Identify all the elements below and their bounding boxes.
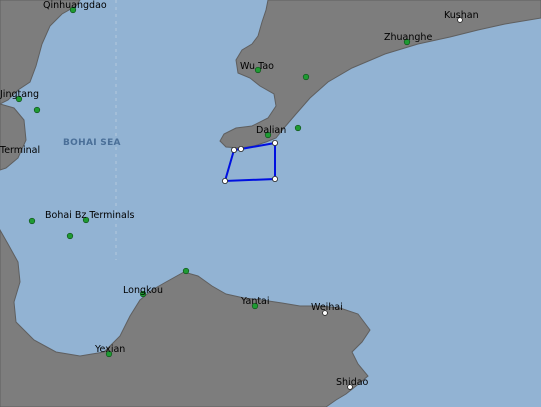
port-label: Jingtang (0, 89, 39, 100)
port-yexian[interactable]: Yexian (94, 344, 125, 358)
port-terminal[interactable]: Terminal (0, 145, 40, 156)
port-label: Wu Tao (240, 61, 274, 72)
port-marker[interactable] (302, 73, 310, 81)
port-kushan[interactable]: Kushan (444, 10, 479, 23)
polygon-vertex[interactable] (271, 139, 278, 146)
map-view[interactable]: BOHAI SEA Qinhuangdao Kushan Zhuanghe Wu… (0, 0, 541, 407)
sea-label: BOHAI SEA (63, 138, 121, 148)
polygon-vertex[interactable] (221, 177, 228, 184)
port-label: Longkou (123, 285, 163, 296)
port-label: Dalian (256, 125, 286, 136)
port-yantai[interactable]: Yantai (240, 296, 270, 310)
port-marker[interactable] (33, 106, 41, 114)
map-canvas[interactable]: BOHAI SEA Qinhuangdao Kushan Zhuanghe Wu… (0, 0, 541, 407)
port-label: Weihai (311, 302, 343, 313)
polygon-vertex[interactable] (271, 175, 278, 182)
polygon-vertex[interactable] (230, 146, 237, 153)
port-label: Bohai Bz Terminals (45, 210, 135, 221)
port-label: Kushan (444, 10, 479, 21)
polygon-vertex[interactable] (237, 145, 244, 152)
port-label: Yantai (240, 296, 270, 307)
port-label: Yexian (94, 344, 125, 355)
port-zhuanghe[interactable]: Zhuanghe (384, 32, 432, 46)
port-marker[interactable] (28, 217, 36, 225)
port-label: Qinhuangdao (43, 0, 107, 11)
port-marker[interactable] (66, 232, 74, 240)
port-label: Shidao (336, 377, 369, 388)
port-shidao[interactable]: Shidao (336, 377, 369, 390)
port-label: Terminal (0, 145, 40, 156)
port-marker[interactable] (294, 124, 302, 132)
port-marker[interactable] (182, 267, 190, 275)
port-qinhuangdao[interactable]: Qinhuangdao (43, 0, 107, 14)
port-label: Zhuanghe (384, 32, 432, 43)
